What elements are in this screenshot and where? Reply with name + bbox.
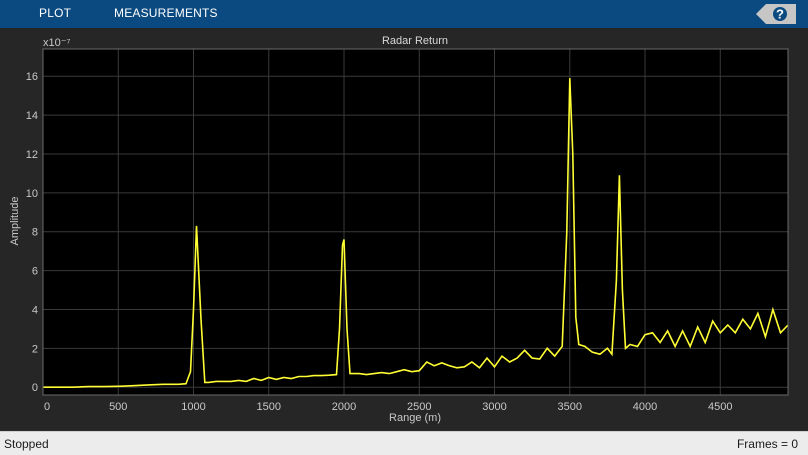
y-tick-label: 12 [26,149,38,161]
y-tick-label: 4 [32,304,38,316]
x-tick-label: 4500 [708,401,732,413]
y-axis-label: Amplitude [9,197,21,246]
tab-measurements[interactable]: MEASUREMENTS [98,0,234,28]
y-tick-labels: 0 2 4 6 8 10 12 14 16 [26,71,38,394]
x-tick-label: 1500 [257,401,281,413]
exponent-label: x10⁻⁷ [43,37,71,49]
y-tick-label: 0 [32,382,38,394]
y-tick-label: 16 [26,71,38,83]
y-tick-label: 2 [32,343,38,355]
x-tick-label: 2000 [332,401,356,413]
toolstrip: PLOT MEASUREMENTS ? [0,0,808,28]
radar-return-chart: Radar Return x10⁻⁷ 0 2 4 6 8 10 12 14 16 0 500 100… [9,35,789,424]
scope-panel: Radar Return x10⁻⁷ 0 2 4 6 8 10 12 14 16 0 500 100… [0,28,808,430]
x-tick-label: 4000 [633,401,657,413]
x-tick-label: 1000 [181,401,205,413]
x-axis-label: Range (m) [389,412,441,424]
y-tick-label: 6 [32,266,38,278]
y-tick-label: 10 [26,188,38,200]
tab-plot[interactable]: PLOT [22,0,89,28]
status-bar: Stopped Frames = 0 [0,431,808,455]
help-symbol: ? [776,7,784,22]
frame-count: Frames = 0 [736,437,798,451]
y-tick-label: 14 [26,110,38,122]
status-text: Stopped [4,437,49,451]
x-tick-label: 3000 [482,401,506,413]
x-tick-label: 500 [109,401,127,413]
help-button[interactable]: ? [756,4,796,24]
chart-title: Radar Return [382,35,448,47]
y-tick-label: 8 [32,227,38,239]
x-tick-label: 3500 [558,401,582,413]
x-tick-label: 0 [44,401,50,413]
